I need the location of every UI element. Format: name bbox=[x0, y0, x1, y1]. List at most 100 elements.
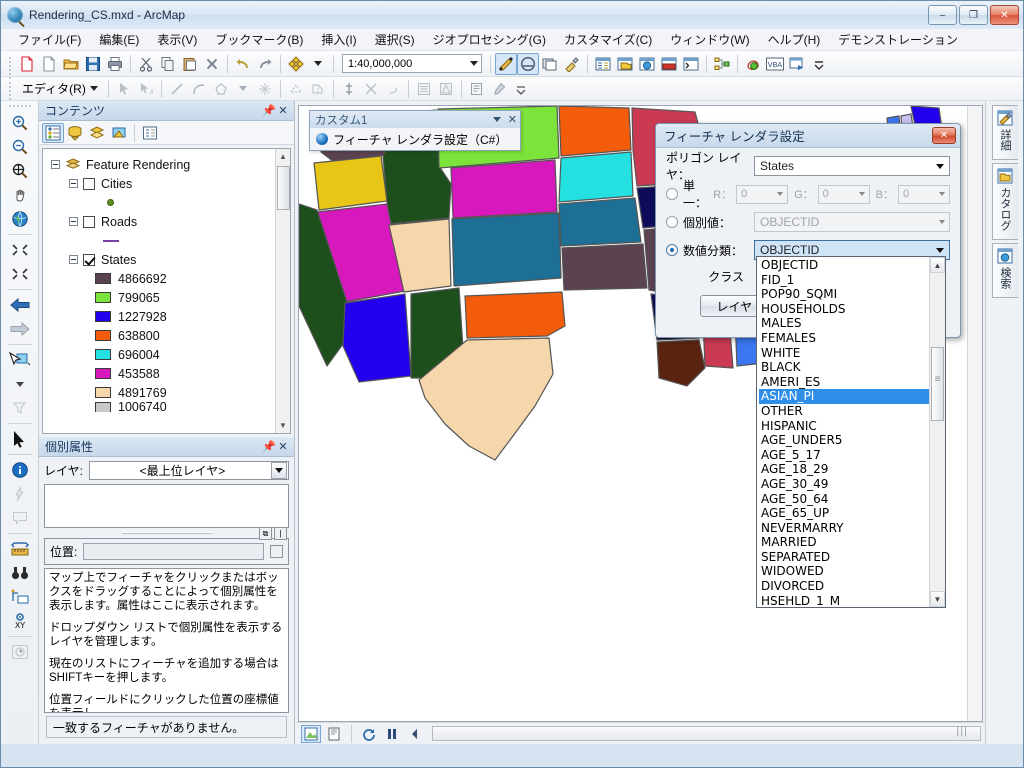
trace-dropdown-icon[interactable] bbox=[232, 78, 254, 100]
vba-icon[interactable]: VBA bbox=[764, 53, 786, 75]
dropdown-option[interactable]: WIDOWED bbox=[759, 564, 929, 579]
select-dropdown-icon[interactable] bbox=[7, 372, 33, 396]
toc-symbol-cities[interactable] bbox=[51, 193, 286, 212]
undo-edit-icon[interactable] bbox=[382, 78, 404, 100]
close-icon[interactable]: ✕ bbox=[508, 113, 517, 126]
editor-tools-icon[interactable] bbox=[517, 52, 539, 75]
expander-icon[interactable] bbox=[69, 217, 78, 226]
pin-icon[interactable]: 📌 bbox=[262, 104, 276, 117]
go-back-extent-icon[interactable] bbox=[7, 293, 33, 317]
dropdown-option[interactable]: SEPARATED bbox=[759, 550, 929, 565]
find-route-icon[interactable] bbox=[7, 585, 33, 609]
editor-overflow-icon[interactable] bbox=[510, 78, 532, 100]
select-elements-arrow-icon[interactable] bbox=[7, 427, 33, 451]
identify-results-list[interactable] bbox=[44, 484, 289, 528]
toc-layer-cities[interactable]: Cities bbox=[51, 174, 286, 193]
delete-icon[interactable] bbox=[201, 53, 223, 75]
feature-renderer-dialog[interactable]: フィーチャ レンダラ設定 ✕ ポリゴン レイヤ： States 単一： R： 0… bbox=[655, 123, 961, 608]
close-icon[interactable]: ✕ bbox=[276, 440, 290, 453]
toc-scrollbar[interactable]: ▲ ▼ bbox=[275, 149, 290, 433]
macro-run-icon[interactable] bbox=[786, 53, 808, 75]
identify-expand-icon[interactable]: | bbox=[274, 526, 287, 540]
menu-window[interactable]: ウィンドウ(W) bbox=[661, 29, 758, 50]
menu-help[interactable]: ヘルプ(H) bbox=[759, 29, 830, 50]
dropdown-option[interactable]: OTHER bbox=[759, 404, 929, 419]
refresh-icon[interactable] bbox=[359, 725, 379, 743]
dropdown-option[interactable]: AGE_30_49 bbox=[759, 477, 929, 492]
add-data-icon[interactable] bbox=[285, 53, 307, 75]
html-popup-icon[interactable] bbox=[7, 506, 33, 530]
menu-insert[interactable]: 挿入(I) bbox=[312, 29, 365, 50]
legend-item[interactable]: 1006740 bbox=[51, 402, 286, 412]
layout-view-icon[interactable] bbox=[324, 725, 344, 743]
add-data-dropdown[interactable] bbox=[307, 53, 329, 75]
zoom-in-fixed-icon[interactable] bbox=[7, 238, 33, 262]
zoom-out-icon[interactable] bbox=[7, 135, 33, 159]
g-select[interactable]: 0 bbox=[817, 184, 870, 204]
pin-icon[interactable]: 📌 bbox=[262, 440, 276, 453]
menu-bookmarks[interactable]: ブックマーク(B) bbox=[206, 29, 312, 50]
table-window-icon[interactable] bbox=[592, 53, 614, 75]
measure-icon[interactable] bbox=[7, 537, 33, 561]
cut-polygons-icon[interactable] bbox=[360, 78, 382, 100]
toolbar-overflow-icon[interactable] bbox=[808, 53, 830, 75]
curve-segment-icon[interactable] bbox=[188, 78, 210, 100]
editor-toolbar-grip[interactable] bbox=[6, 80, 13, 104]
dropdown-option[interactable]: AGE_65_UP bbox=[759, 506, 929, 521]
toc-layer-states[interactable]: States bbox=[51, 250, 286, 269]
close-icon[interactable]: ✕ bbox=[932, 127, 956, 144]
identify-layer-combo[interactable]: <最上位レイヤ> bbox=[88, 461, 289, 480]
tab-search[interactable]: 検索 bbox=[991, 243, 1018, 298]
dropdown-option[interactable]: BLACK bbox=[759, 360, 929, 375]
trace-icon[interactable] bbox=[210, 78, 232, 100]
python-window-icon[interactable] bbox=[680, 53, 702, 75]
legend-item[interactable]: 1227928 bbox=[51, 307, 286, 326]
select-features-icon[interactable] bbox=[7, 348, 33, 372]
fixed-zoom-icon[interactable] bbox=[7, 159, 33, 183]
editor-settings-icon[interactable] bbox=[488, 78, 510, 100]
scroll-down-icon[interactable]: ▼ bbox=[275, 418, 290, 433]
chevron-down-icon[interactable] bbox=[939, 220, 945, 224]
dropdown-option[interactable]: FEMALES bbox=[759, 331, 929, 346]
unique-values-radio[interactable] bbox=[666, 216, 678, 228]
scroll-thumb[interactable] bbox=[276, 166, 290, 210]
chevron-down-icon[interactable] bbox=[936, 247, 944, 253]
edit-annotation-icon[interactable]: A bbox=[135, 78, 157, 100]
menu-file[interactable]: ファイル(F) bbox=[9, 29, 90, 50]
expander-icon[interactable] bbox=[51, 160, 60, 169]
dropdown-option[interactable]: NEVERMARRY bbox=[759, 521, 929, 536]
table-of-contents-tree[interactable]: Feature Rendering Cities Roads States 48… bbox=[42, 148, 291, 434]
scroll-down-icon[interactable]: ▼ bbox=[930, 591, 945, 607]
menu-demonstration[interactable]: デモンストレーション bbox=[829, 29, 967, 50]
toc-root-row[interactable]: Feature Rendering bbox=[51, 155, 286, 174]
dropdown-option[interactable]: HOUSEHOLDS bbox=[759, 302, 929, 317]
chevron-down-icon[interactable] bbox=[271, 462, 287, 479]
custom-toolbar-header[interactable]: カスタム1 ✕ bbox=[310, 111, 520, 128]
dropdown-option[interactable]: WHITE bbox=[759, 346, 929, 361]
numeric-classification-radio-group[interactable]: 数値分類： bbox=[666, 242, 754, 259]
chevron-down-icon[interactable] bbox=[492, 117, 501, 122]
paste-icon[interactable] bbox=[179, 53, 201, 75]
chevron-down-icon[interactable] bbox=[470, 61, 478, 66]
legend-item[interactable]: 799065 bbox=[51, 288, 286, 307]
legend-item[interactable]: 4891769 bbox=[51, 383, 286, 402]
tab-details[interactable]: 詳細 bbox=[991, 105, 1018, 160]
dropdown-option[interactable]: FID_1 bbox=[759, 273, 929, 288]
find-binoculars-icon[interactable] bbox=[7, 561, 33, 585]
polygon-layer-select[interactable]: States bbox=[754, 156, 950, 176]
numeric-field-dropdown-list[interactable]: OBJECTID FID_1 POP90_SQMI HOUSEHOLDS MAL… bbox=[756, 256, 946, 608]
dropdown-option[interactable]: AGE_50_64 bbox=[759, 492, 929, 507]
full-extent-globe-icon[interactable] bbox=[7, 207, 33, 231]
toc-symbol-roads[interactable] bbox=[51, 231, 286, 250]
chevron-down-icon[interactable] bbox=[858, 192, 865, 196]
catalog-window-icon[interactable] bbox=[614, 53, 636, 75]
dropdown-scroll-thumb[interactable] bbox=[931, 347, 944, 421]
editor-vertices-icon[interactable] bbox=[742, 53, 764, 75]
feature-renderer-settings-button[interactable]: フィーチャ レンダラ設定（C#） bbox=[333, 131, 507, 148]
identify-info-icon[interactable] bbox=[7, 458, 33, 482]
split-tool-icon[interactable] bbox=[307, 78, 329, 100]
save-icon[interactable] bbox=[82, 53, 104, 75]
map-scale-combo[interactable]: 1:40,000,000 bbox=[342, 54, 482, 73]
menu-customize[interactable]: カスタマイズ(C) bbox=[555, 29, 661, 50]
straight-segment-icon[interactable] bbox=[166, 78, 188, 100]
